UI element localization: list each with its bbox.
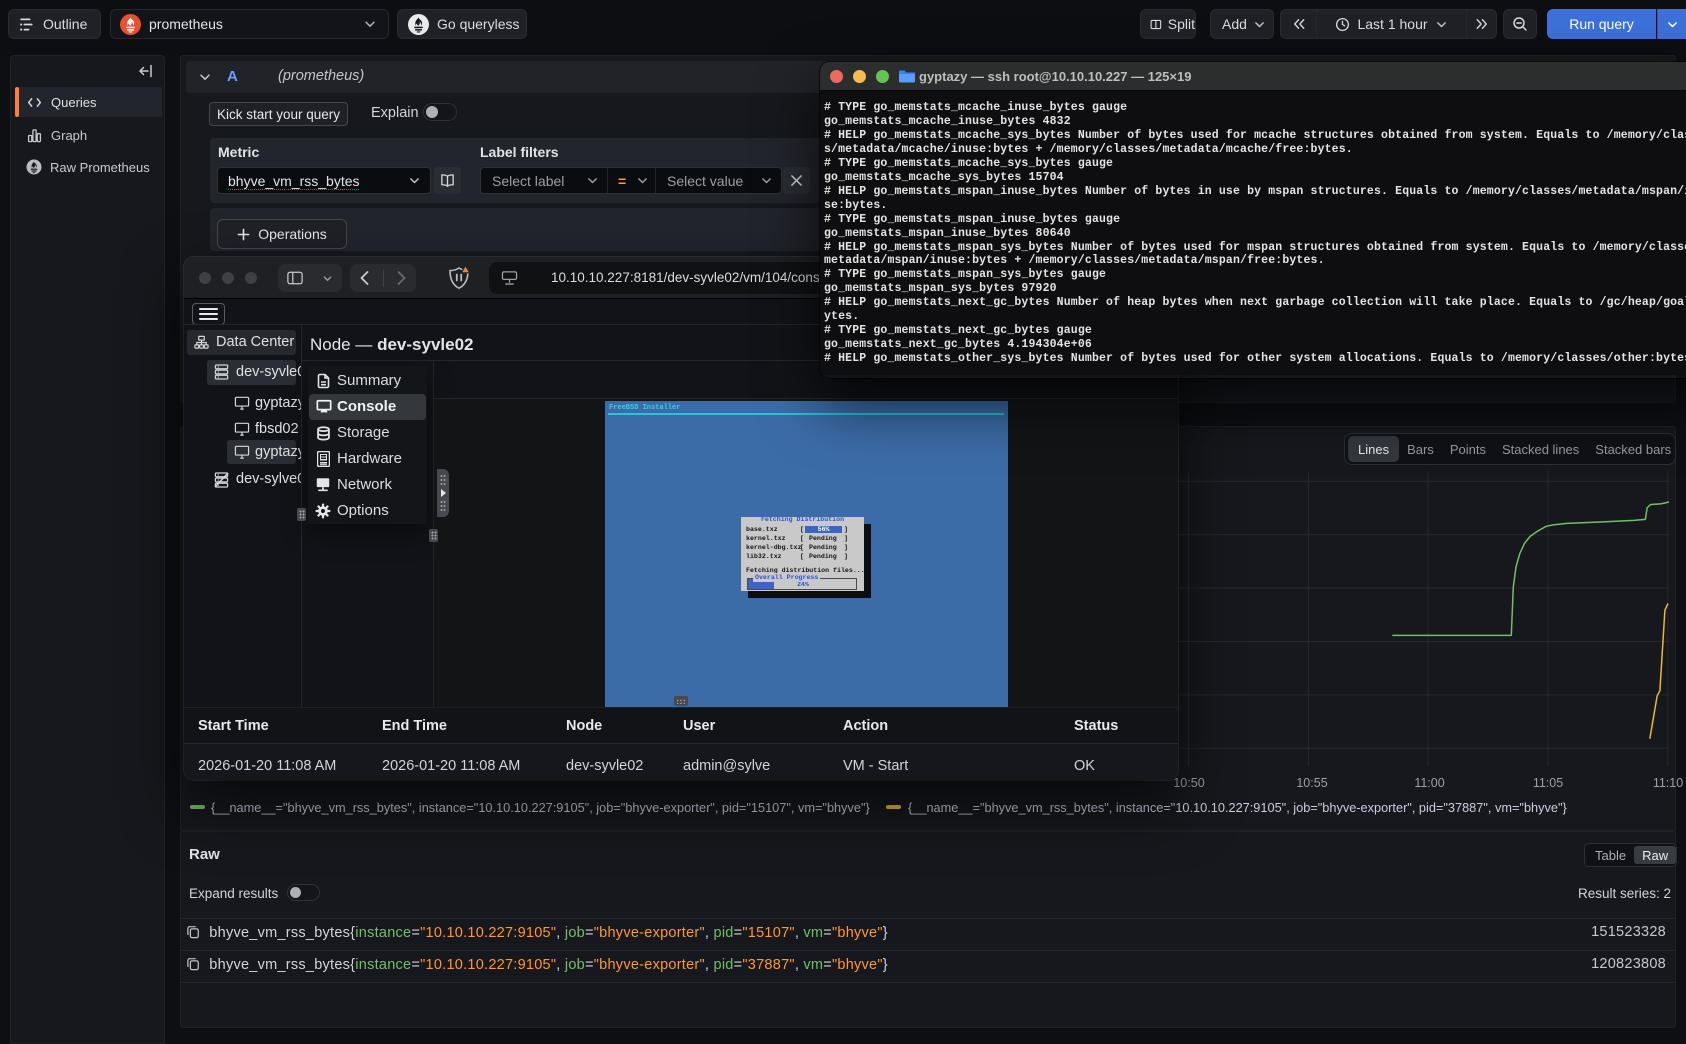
svg-text:11:10: 11:10: [1653, 776, 1683, 790]
svg-text:10:50: 10:50: [1173, 776, 1204, 790]
svg-text:11:00: 11:00: [1414, 776, 1444, 790]
svg-text:10:55: 10:55: [1296, 776, 1327, 790]
svg-text:11:05: 11:05: [1533, 776, 1563, 790]
